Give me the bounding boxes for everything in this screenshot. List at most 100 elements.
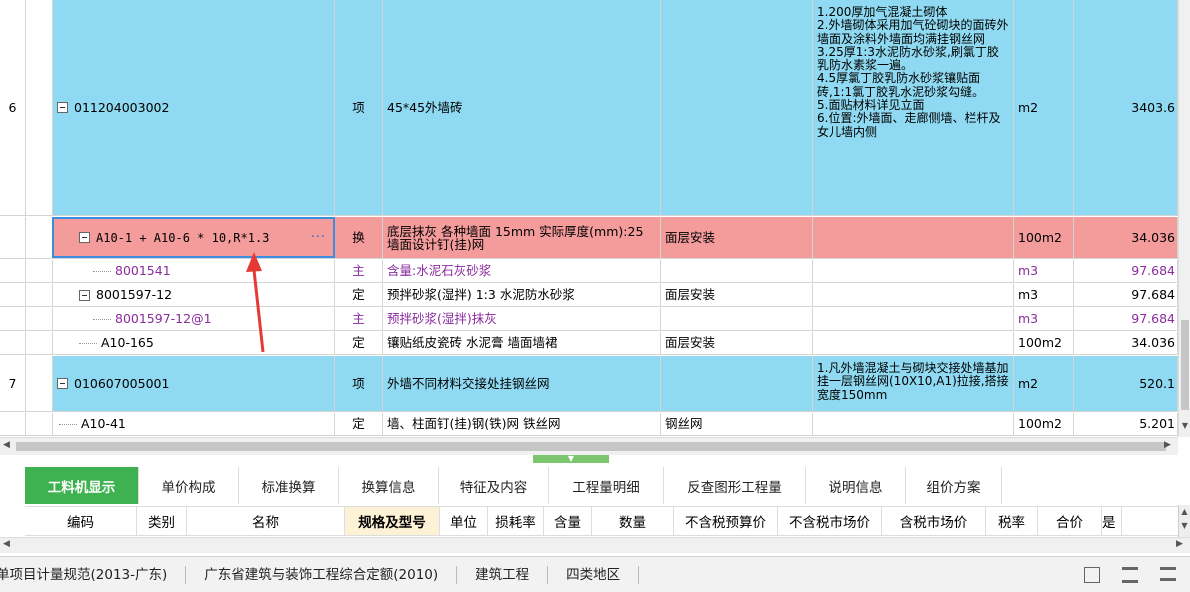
type-cell: 定 xyxy=(335,332,383,354)
name-cell: 外墙不同材料交接处挂钢丝网 xyxy=(383,356,661,411)
menu-icon[interactable] xyxy=(1160,567,1176,581)
type-cell: 主 xyxy=(335,260,383,282)
col-tax-rate[interactable]: 税率 xyxy=(986,507,1038,535)
tree-line xyxy=(59,423,77,425)
spec-cell: 面层安装 xyxy=(661,284,813,306)
code-cell[interactable]: 8001541 xyxy=(52,260,335,282)
status-project-type: 建筑工程 xyxy=(457,565,549,584)
col-category[interactable]: 类别 xyxy=(137,507,187,535)
tree-line xyxy=(93,270,111,272)
spec-cell xyxy=(661,0,813,215)
col-unit[interactable]: 单位 xyxy=(440,507,488,535)
tab-labor-material[interactable]: 工料机显示 xyxy=(25,467,139,504)
desc-cell: 1.凡外墙混凝土与砌块交接处墙基加挂一层钢丝网(10X10,A1)拉接,搭接宽度… xyxy=(813,356,1014,411)
desc-cell xyxy=(813,217,1014,258)
qty-cell: 520.1 xyxy=(1074,356,1178,411)
spec-cell: 钢丝网 xyxy=(661,413,813,435)
table-row[interactable]: 8001541 主 含量:水泥石灰砂浆 m3 97.684 xyxy=(0,260,1178,283)
table-row[interactable]: A10-41 定 墙、柱面钉(挂)钢(铁)网 铁丝网 钢丝网 100m2 5.2… xyxy=(0,413,1178,436)
tab-features[interactable]: 特征及内容 xyxy=(439,467,549,504)
type-cell: 定 xyxy=(335,413,383,435)
unit-cell: 100m2 xyxy=(1014,332,1074,354)
desc-cell xyxy=(813,332,1014,354)
tab-standard-conversion[interactable]: 标准换算 xyxy=(239,467,339,504)
unit-cell: m3 xyxy=(1014,284,1074,306)
tab-conversion-info[interactable]: 换算信息 xyxy=(339,467,439,504)
more-icon[interactable]: ··· xyxy=(311,230,326,245)
tab-description[interactable]: 说明信息 xyxy=(806,467,906,504)
col-name[interactable]: 名称 xyxy=(187,507,345,535)
table-row[interactable]: 8001597-12 定 预拌砂浆(湿拌) 1:3 水泥防水砂浆 面层安装 m3… xyxy=(0,284,1178,307)
detail-horizontal-scrollbar[interactable]: ◀ ▶ xyxy=(0,537,1190,553)
tab-pricing-plan[interactable]: 组价方案 xyxy=(906,467,1002,504)
scroll-left-icon[interactable]: ◀ xyxy=(3,539,10,549)
table-row[interactable]: 7 010607005001 项 外墙不同材料交接处挂钢丝网 1.凡外墙混凝土与… xyxy=(0,356,1178,412)
header-scroll[interactable]: ▲ ▼ xyxy=(1178,505,1190,537)
scroll-right-icon[interactable]: ▶ xyxy=(1164,440,1171,450)
status-region: 四类地区 xyxy=(548,565,640,584)
table-row-selected[interactable]: A10-1 + A10-6 * 10,R*1.3 ··· 换 底层抹灰 各种墙面 … xyxy=(0,217,1178,259)
desc-cell: 1.200厚加气混凝土砌体 2.外墙砌体采用加气砼砌块的面砖外墙面及涂料外墙面均… xyxy=(813,0,1014,215)
scroll-down-icon[interactable]: ▼ xyxy=(1179,420,1190,432)
tab-reverse-lookup[interactable]: 反查图形工程量 xyxy=(664,467,806,504)
unit-cell: m2 xyxy=(1014,0,1074,215)
code-cell[interactable]: A10-1 + A10-6 * 10,R*1.3 ··· xyxy=(52,217,335,258)
horizontal-scrollbar[interactable]: ◀ ▶ xyxy=(0,437,1178,455)
type-cell: 主 xyxy=(335,308,383,330)
type-cell: 项 xyxy=(335,0,383,215)
spec-cell xyxy=(661,260,813,282)
row-number xyxy=(0,413,26,435)
tab-quantity-detail[interactable]: 工程量明细 xyxy=(549,467,664,504)
col-market-price-tax[interactable]: 含税市场价 xyxy=(882,507,986,535)
layout-icon[interactable] xyxy=(1084,567,1100,583)
table-row[interactable]: A10-165 定 镶贴纸皮瓷砖 水泥膏 墙面墙裙 面层安装 100m2 34.… xyxy=(0,332,1178,355)
desc-cell xyxy=(813,413,1014,435)
name-cell: 镶贴纸皮瓷砖 水泥膏 墙面墙裙 xyxy=(383,332,661,354)
col-code[interactable]: 编码 xyxy=(25,507,137,535)
unit-cell: m3 xyxy=(1014,308,1074,330)
vertical-scrollbar[interactable]: ▼ xyxy=(1178,0,1190,437)
col-quantity[interactable]: 数量 xyxy=(592,507,674,535)
col-spec[interactable]: 规格及型号 xyxy=(345,507,440,535)
code-cell[interactable]: A10-41 xyxy=(52,413,335,435)
table-row[interactable]: 6 011204003002 项 45*45外墙砖 1.200厚加气混凝土砌体 … xyxy=(0,0,1178,216)
qty-cell: 34.036 xyxy=(1074,217,1178,258)
left-gutter xyxy=(0,505,25,537)
col-more[interactable]: 是 xyxy=(1102,507,1122,535)
type-cell: 项 xyxy=(335,356,383,411)
unit-cell: m2 xyxy=(1014,356,1074,411)
detail-tabs: 工料机显示 单价构成 标准换算 换算信息 特征及内容 工程量明细 反查图形工程量… xyxy=(25,467,1002,504)
code-cell[interactable]: 011204003002 xyxy=(52,0,335,215)
col-content[interactable]: 含量 xyxy=(544,507,592,535)
scroll-right-icon[interactable]: ▶ xyxy=(1176,539,1183,549)
qty-cell: 5.201 xyxy=(1074,413,1178,435)
code-cell[interactable]: 8001597-12@1 xyxy=(52,308,335,330)
unit-cell: m3 xyxy=(1014,260,1074,282)
collapse-icon[interactable] xyxy=(79,232,90,243)
code-cell[interactable]: 8001597-12 xyxy=(52,284,335,306)
list-view-icon[interactable] xyxy=(1122,567,1138,583)
code-cell[interactable]: A10-165 xyxy=(52,332,335,354)
spec-cell: 面层安装 xyxy=(661,332,813,354)
collapse-icon[interactable] xyxy=(57,102,68,113)
panel-splitter-handle[interactable]: ▼ xyxy=(533,455,609,463)
scroll-thumb[interactable] xyxy=(1181,320,1189,410)
type-cell: 定 xyxy=(335,284,383,306)
col-budget-price[interactable]: 不含税预算价 xyxy=(674,507,778,535)
type-cell: 换 xyxy=(335,217,383,258)
collapse-icon[interactable] xyxy=(57,378,68,389)
col-loss-rate[interactable]: 损耗率 xyxy=(488,507,544,535)
tab-unit-price[interactable]: 单价构成 xyxy=(139,467,239,504)
desc-cell xyxy=(813,260,1014,282)
qty-cell: 97.684 xyxy=(1074,308,1178,330)
status-quota: 广东省建筑与装饰工程综合定额(2010) xyxy=(186,565,458,584)
name-cell: 45*45外墙砖 xyxy=(383,0,661,215)
col-market-price[interactable]: 不含税市场价 xyxy=(778,507,882,535)
scroll-thumb[interactable] xyxy=(16,442,1166,451)
scroll-left-icon[interactable]: ◀ xyxy=(3,440,10,450)
col-total[interactable]: 合价 xyxy=(1038,507,1102,535)
spec-cell: 面层安装 xyxy=(661,217,813,258)
table-row[interactable]: 8001597-12@1 主 预拌砂浆(湿拌)抹灰 m3 97.684 xyxy=(0,308,1178,331)
collapse-icon[interactable] xyxy=(79,289,90,301)
code-cell[interactable]: 010607005001 xyxy=(52,356,335,411)
